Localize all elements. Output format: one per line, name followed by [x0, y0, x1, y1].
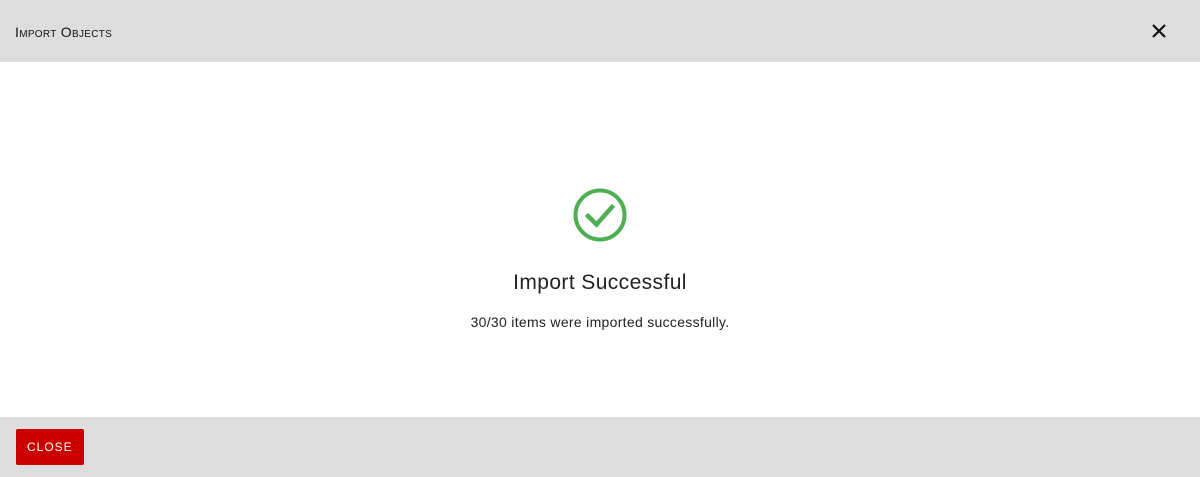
dialog-header: Import Objects — [0, 0, 1200, 62]
check-circle-icon — [573, 188, 627, 242]
dialog-footer: Close — [0, 417, 1200, 477]
dialog-title: Import Objects — [15, 23, 113, 40]
close-button[interactable]: Close — [16, 429, 84, 465]
result-title: Import Successful — [513, 271, 687, 294]
import-dialog: Import Objects Import Successful 30/30 i… — [0, 0, 1200, 477]
result-message: 30/30 items were imported successfully. — [470, 314, 730, 330]
dialog-body: Import Successful 30/30 items were impor… — [0, 62, 1200, 417]
close-icon[interactable] — [1147, 19, 1171, 43]
